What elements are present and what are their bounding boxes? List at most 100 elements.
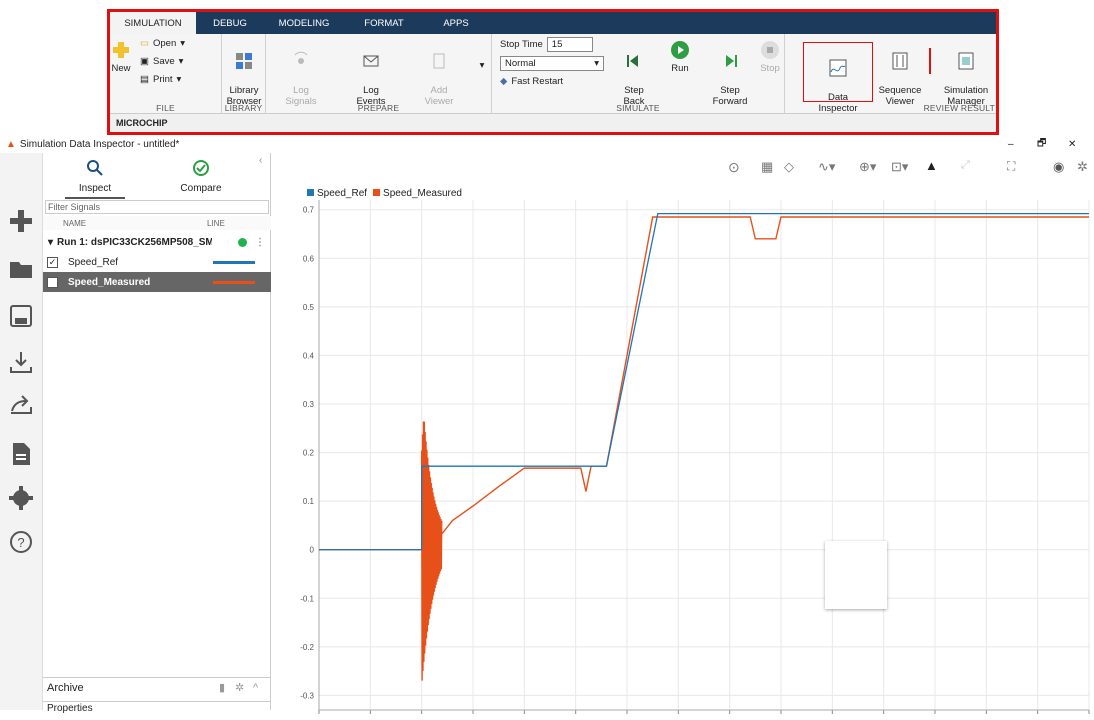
log-signals-button[interactable]: Log Signals bbox=[276, 40, 326, 107]
data-inspector-icon bbox=[829, 59, 847, 77]
signal-row-selected[interactable]: ✓ Speed_Measured bbox=[43, 272, 271, 292]
run-button[interactable]: Run bbox=[662, 40, 698, 74]
run-options-icon[interactable]: ⋮ bbox=[255, 237, 265, 248]
inspect-label: Inspect bbox=[78, 183, 112, 194]
save-icon: ▣ bbox=[140, 56, 149, 67]
simulation-mode-select[interactable]: Normal ▾ bbox=[500, 56, 604, 71]
tab-modeling[interactable]: MODELING bbox=[264, 12, 344, 34]
y-tick-label: -0.2 bbox=[300, 643, 314, 652]
save-button[interactable]: ▣ Save ▾ bbox=[140, 56, 183, 67]
group-label-prepare: PREPARE bbox=[357, 103, 400, 113]
data-inspector-button[interactable]: Data Inspector bbox=[803, 42, 873, 114]
new-button[interactable]: New bbox=[110, 40, 132, 74]
layout-icon[interactable]: ▦ bbox=[761, 159, 773, 175]
plot-area: ⊙ ▦ ◇ ∿▾ ⊕▾ ⊡▾ ▲ ⤢ ⛶ ◉ ✲ Speed_Ref Speed… bbox=[271, 153, 1094, 714]
tab-inspect[interactable]: Inspect bbox=[65, 159, 125, 199]
search-icon bbox=[87, 160, 103, 176]
folder-icon[interactable] bbox=[8, 256, 34, 282]
trash-icon[interactable]: ▮ bbox=[219, 681, 225, 694]
step-forward-button[interactable]: Step Forward bbox=[708, 40, 752, 107]
sdi-action-bar: ? bbox=[0, 153, 43, 710]
chevron-down-icon: ▾ bbox=[180, 38, 186, 49]
fast-restart-toggle[interactable]: ◆ Fast Restart bbox=[500, 76, 563, 87]
tab-format[interactable]: FORMAT bbox=[344, 12, 424, 34]
help-icon[interactable]: ? bbox=[8, 529, 34, 555]
signal-name: Speed_Ref bbox=[68, 256, 119, 268]
signal-icon bbox=[294, 51, 308, 64]
expand-icon[interactable]: ▾ bbox=[48, 237, 53, 248]
tab-debug[interactable]: DEBUG bbox=[196, 12, 264, 34]
collapse-panel-icon[interactable]: ‹ bbox=[259, 155, 262, 166]
step-back-button[interactable]: Step Back bbox=[614, 40, 654, 107]
stop-icon bbox=[761, 41, 779, 59]
minimize-button[interactable]: – bbox=[1008, 139, 1014, 150]
signal-checkbox[interactable]: ✓ bbox=[47, 276, 58, 288]
line-swatch[interactable] bbox=[213, 261, 255, 264]
legend-entry[interactable]: Speed_Measured bbox=[373, 188, 462, 199]
tab-apps[interactable]: APPS bbox=[424, 12, 488, 34]
settings-icon[interactable]: ✲ bbox=[1077, 159, 1088, 175]
prepare-more-button[interactable]: ▾ bbox=[476, 60, 488, 71]
signal-name: Speed_Measured bbox=[68, 276, 151, 288]
col-name: NAME bbox=[63, 218, 87, 228]
fullscreen-icon[interactable]: ⛶ bbox=[1007, 159, 1015, 174]
check-circle-icon bbox=[193, 160, 209, 176]
column-header-row: NAME LINE bbox=[43, 216, 271, 230]
export-icon[interactable] bbox=[8, 391, 34, 417]
properties-section[interactable]: Properties bbox=[43, 701, 271, 715]
run-row[interactable]: ▾ Run 1: dsPIC33CK256MP508_SMO_U ⋮ bbox=[43, 232, 271, 252]
print-button[interactable]: ▤ Print ▾ bbox=[140, 74, 181, 85]
y-tick-label: 0.2 bbox=[303, 449, 315, 458]
group-simulate: Stop Time 15 Normal ▾ ◆ Fast Restart Step B… bbox=[492, 34, 785, 114]
group-label-file: FILE bbox=[156, 103, 175, 113]
cursor-icon[interactable]: ▲ bbox=[925, 158, 938, 173]
group-prepare: Log Signals Log Events Add Viewer ▾ PREP… bbox=[266, 34, 492, 114]
legend-swatch bbox=[307, 189, 314, 196]
simulation-manager-button[interactable]: Simulation Manager bbox=[935, 40, 996, 107]
properties-label: Properties bbox=[47, 703, 93, 714]
gear-icon[interactable]: ✲ bbox=[235, 681, 244, 694]
replay-icon[interactable]: ⊙ bbox=[728, 159, 740, 176]
line-swatch[interactable] bbox=[213, 281, 255, 284]
col-line: LINE bbox=[207, 218, 225, 228]
tab-simulation[interactable]: SIMULATION bbox=[110, 12, 196, 34]
add-icon[interactable] bbox=[8, 208, 34, 234]
fit-icon[interactable]: ⊡▾ bbox=[891, 159, 908, 175]
open-button[interactable]: ▭ Open ▾ bbox=[140, 38, 185, 49]
y-tick-label: 0.1 bbox=[303, 497, 315, 506]
signal-checkbox[interactable]: ✓ bbox=[47, 256, 58, 268]
log-events-button[interactable]: Log Events bbox=[346, 40, 396, 107]
stop-time-control: Stop Time 15 bbox=[500, 37, 593, 52]
expand-icon[interactable]: ⤢ bbox=[961, 159, 970, 172]
camera-icon[interactable]: ◉ bbox=[1053, 159, 1064, 175]
stop-button[interactable]: Stop bbox=[756, 40, 784, 74]
legend-entry[interactable]: Speed_Ref bbox=[307, 188, 367, 199]
stop-time-input[interactable]: 15 bbox=[546, 37, 593, 52]
chevron-down-icon: ▾ bbox=[178, 56, 184, 67]
tab-compare[interactable]: Compare bbox=[171, 159, 231, 194]
archive-section[interactable]: Archive ▮ ✲ ^ bbox=[43, 677, 271, 697]
save-icon[interactable] bbox=[8, 303, 34, 329]
close-button[interactable]: ✕ bbox=[1068, 139, 1076, 150]
filter-signals-input[interactable]: Filter Signals bbox=[45, 200, 269, 214]
signal-row[interactable]: ✓ Speed_Ref bbox=[43, 252, 271, 272]
play-icon bbox=[671, 41, 689, 59]
popup-tooltip bbox=[825, 541, 887, 609]
ribbon-tools: New ▭ Open ▾ ▣ Save ▾ ▤ Print ▾ FILE Library B… bbox=[110, 34, 996, 114]
zoom-icon[interactable]: ⊕▾ bbox=[859, 159, 876, 175]
chevron-down-icon: ▾ bbox=[176, 74, 182, 85]
gear-icon[interactable] bbox=[8, 485, 34, 511]
line-chart[interactable]: 0.7 0.6 0.5 0.4 0.3 0.2 0.1 0 -0.1 -0.2 -0.3 bbox=[271, 200, 1094, 720]
print-icon: ▤ bbox=[140, 74, 149, 85]
library-browser-button[interactable]: Library Browser bbox=[222, 40, 266, 107]
chevron-up-icon[interactable]: ^ bbox=[253, 682, 258, 694]
report-icon[interactable] bbox=[8, 441, 34, 467]
import-icon[interactable] bbox=[8, 349, 34, 375]
y-tick-label: -0.3 bbox=[300, 691, 314, 700]
sequence-viewer-button[interactable]: Sequence Viewer bbox=[877, 40, 923, 107]
add-viewer-button[interactable]: Add Viewer bbox=[414, 40, 464, 107]
visualization-icon[interactable]: ∿▾ bbox=[818, 159, 835, 175]
svg-text:?: ? bbox=[17, 535, 24, 550]
clear-icon[interactable]: ◇ bbox=[784, 159, 794, 175]
restore-button[interactable]: 🗗 bbox=[1037, 136, 1046, 153]
